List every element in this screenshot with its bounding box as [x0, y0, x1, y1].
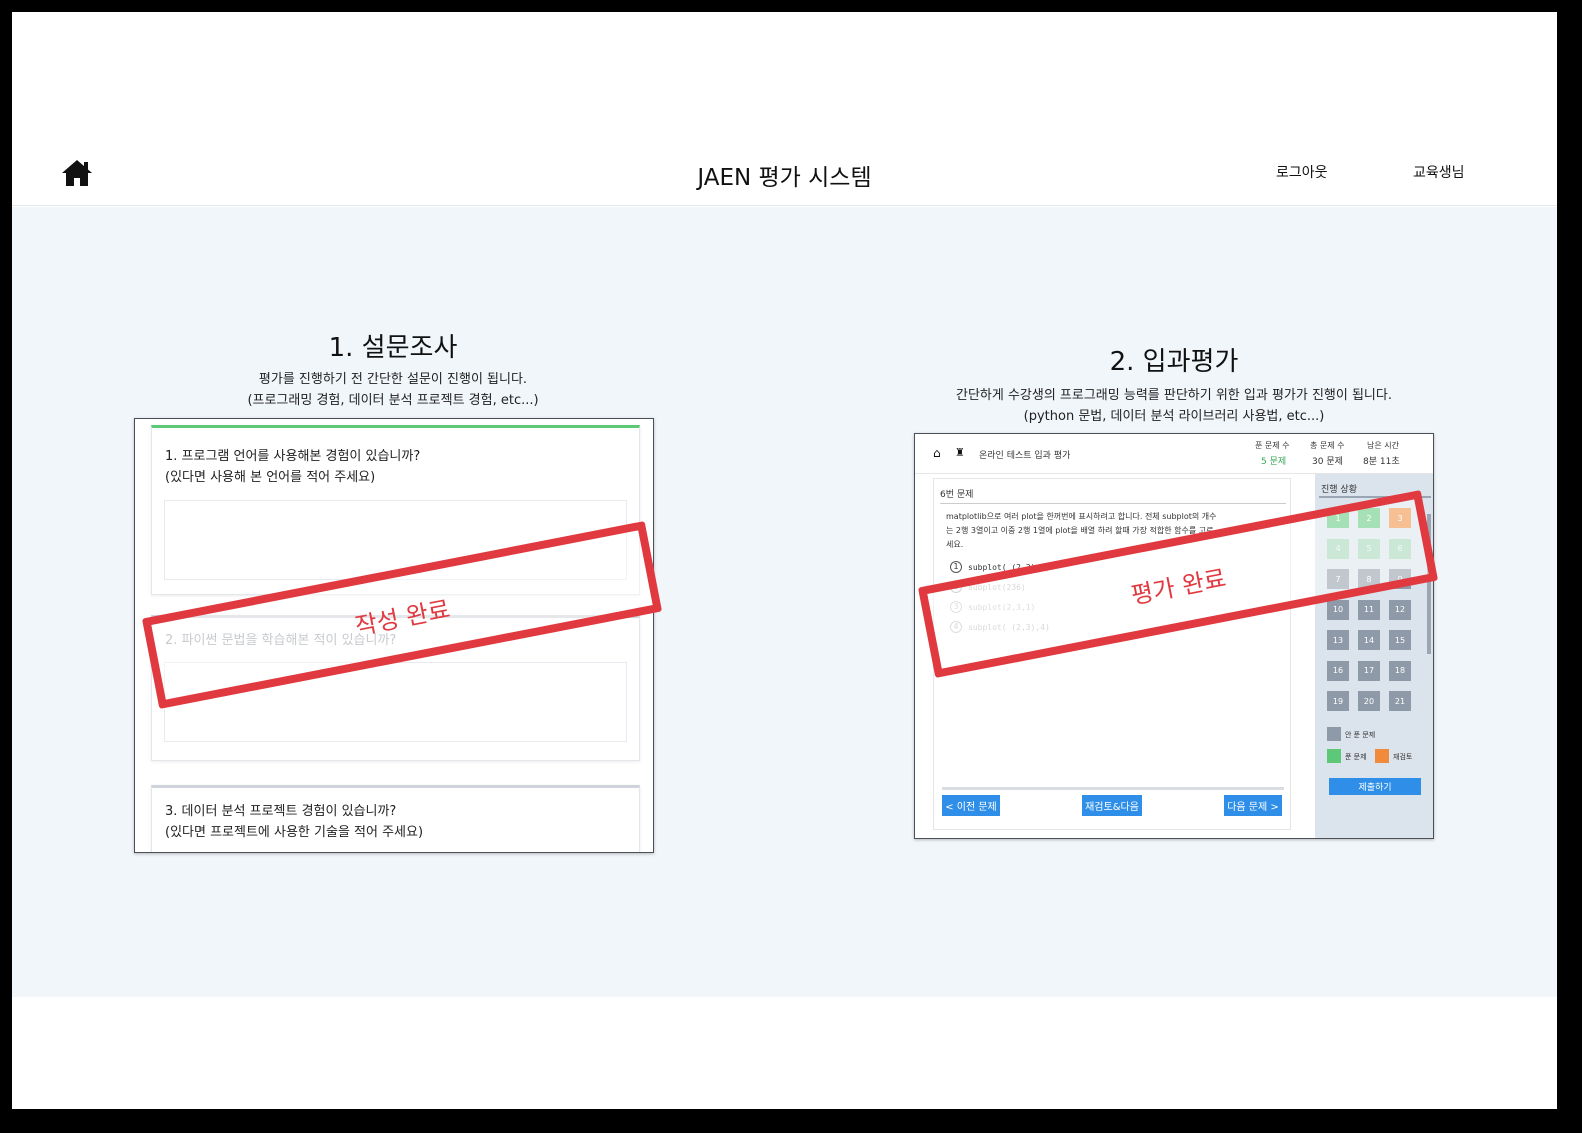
legend-review-swatch	[1375, 749, 1389, 763]
question-grid-cell[interactable]: 11	[1358, 599, 1380, 620]
divider	[942, 787, 1284, 790]
survey-card-title: 1. 설문조사	[328, 333, 458, 363]
question-grid-cell[interactable]: 16	[1327, 660, 1349, 681]
survey-card[interactable]: 1. 설문조사 평가를 진행하기 전 간단한 설문이 진행이 됩니다. (프로그…	[132, 317, 663, 857]
submit-button[interactable]: 제출하기	[1329, 778, 1421, 795]
eval-card-title: 2. 입과평가	[1109, 347, 1239, 377]
question-grid-cell[interactable]: 17	[1358, 660, 1380, 681]
divider	[940, 503, 1286, 504]
eval-preview-topbar: ⌂ ♜ 온라인 테스트 입과 평가 푼 문제 수 5 문제 총 문제 수 30 …	[915, 434, 1433, 474]
question-grid-cell[interactable]: 12	[1389, 599, 1411, 620]
page-frame: JAEN 평가 시스템 로그아웃 교육생님 1. 설문조사 평가를 진행하기 전…	[12, 12, 1557, 1109]
question-3-text: 3. 데이터 분석 프로젝트 경험이 있습니까?	[165, 804, 397, 819]
home-icon: ⌂	[933, 446, 941, 460]
survey-question-3: 3. 데이터 분석 프로젝트 경험이 있습니까? (있다면 프로젝트에 사용한 …	[151, 785, 640, 852]
question-grid-cell[interactable]: 15	[1389, 630, 1411, 650]
legend-unsolved-swatch	[1327, 727, 1341, 741]
progress-title: 진행 상황	[1321, 485, 1357, 495]
survey-card-desc-line2: (프로그래밍 경험, 데이터 분석 프로젝트 경험, etc...)	[247, 393, 539, 408]
eval-card-desc-line1: 간단하게 수강생의 프로그래밍 능력를 판단하기 위한 입과 평가가 진행이 됩…	[955, 388, 1392, 403]
question-text-1: matplotlib으로 여러 plot을 한꺼번에 표시하려고 합니다. 전체…	[946, 512, 1217, 521]
question-grid-cell[interactable]: 20	[1358, 691, 1380, 711]
preview-breadcrumb: 온라인 테스트 입과 평가	[979, 451, 1071, 461]
eval-card[interactable]: 2. 입과평가 간단하게 수강생의 프로그래밍 능력를 판단하기 위한 입과 평…	[912, 333, 1439, 843]
question-number: 6번 문제	[940, 490, 974, 500]
question-1-text: 1. 프로그램 언어를 사용해본 경험이 있습니까?	[165, 449, 421, 464]
time-value: 8분 11초	[1363, 457, 1400, 467]
total-value: 30 문제	[1312, 457, 1343, 467]
school-icon: ♜	[955, 446, 965, 459]
question-grid-cell[interactable]: 18	[1389, 660, 1411, 681]
next-question-button[interactable]: 다음 문제 >	[1224, 795, 1282, 816]
question-text-2: 는 2행 3열이고 이중 2행 1열에 plot을 배열 하려 할때 가장 적합…	[946, 526, 1214, 535]
logout-link[interactable]: 로그아웃	[1276, 162, 1328, 182]
user-name-link[interactable]: 교육생님	[1413, 162, 1465, 182]
legend-review-label: 재검토	[1393, 753, 1413, 761]
question-grid-cell[interactable]: 21	[1389, 691, 1411, 711]
option-1-number[interactable]: 1	[950, 561, 962, 573]
question-grid-cell[interactable]: 10	[1327, 599, 1349, 620]
question-grid-cell[interactable]: 13	[1327, 630, 1349, 650]
review-next-button[interactable]: 재검토&다음	[1082, 795, 1142, 816]
legend-unsolved-label: 안 푼 문제	[1345, 731, 1376, 739]
top-header: JAEN 평가 시스템 로그아웃 교육생님	[12, 142, 1557, 206]
solved-value: 5 문제	[1261, 457, 1287, 467]
question-text-3: 세요.	[946, 540, 964, 549]
legend-solved-label: 푼 문제	[1345, 753, 1367, 761]
eval-card-desc-line2: (python 문법, 데이터 분석 라이브러리 사용법, etc...)	[1023, 409, 1325, 424]
main-content: 1. 설문조사 평가를 진행하기 전 간단한 설문이 진행이 됩니다. (프로그…	[12, 207, 1557, 997]
total-label: 총 문제 수	[1310, 441, 1345, 450]
time-label: 남은 시간	[1367, 441, 1399, 450]
prev-question-button[interactable]: < 이전 문제	[942, 795, 1000, 816]
question-3-subtext: (있다면 프로젝트에 사용한 기술을 적어 주세요)	[165, 825, 424, 840]
legend-solved-swatch	[1327, 749, 1341, 763]
question-grid-cell[interactable]: 19	[1327, 691, 1349, 711]
question-1-subtext: (있다면 사용해 본 언어를 적어 주세요)	[165, 470, 376, 485]
question-grid-cell[interactable]: 14	[1358, 630, 1380, 650]
survey-card-desc-line1: 평가를 진행하기 전 간단한 설문이 진행이 됩니다.	[258, 372, 528, 387]
solved-label: 푼 문제 수	[1255, 441, 1290, 450]
